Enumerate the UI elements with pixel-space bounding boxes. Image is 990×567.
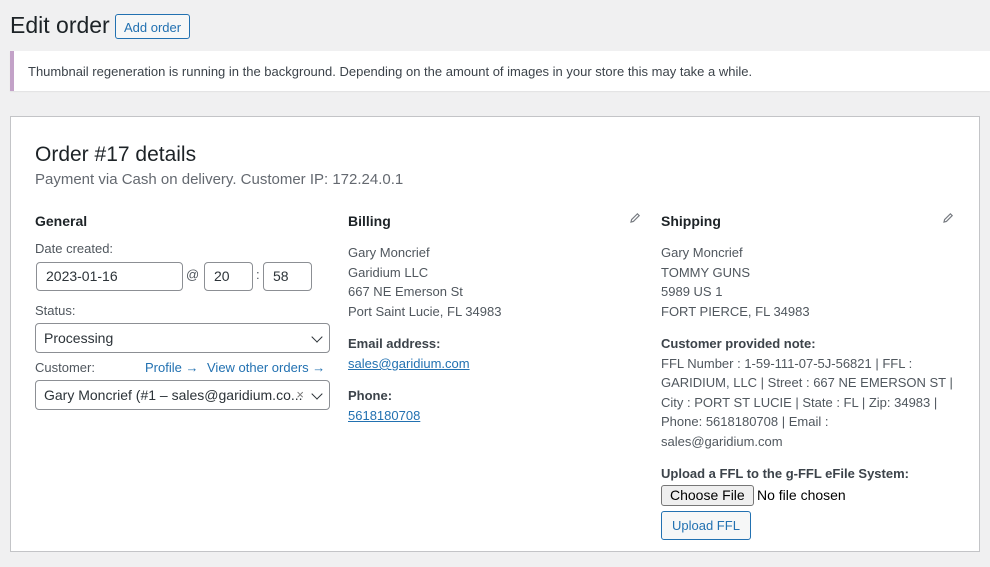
customer-select[interactable]: Gary Moncrief (#1 – sales@garidium.co...… — [35, 380, 330, 410]
customer-note-line: Phone: 5618180708 | Email : — [661, 414, 829, 429]
shipping-address-line: 5989 US 1 — [661, 284, 723, 299]
status-label: Status: — [35, 303, 76, 318]
clear-icon[interactable]: × — [296, 381, 304, 409]
hour-input[interactable]: 20 — [204, 262, 253, 291]
date-created-label: Date created: — [35, 241, 114, 256]
billing-address-line: Port Saint Lucie, FL 34983 — [348, 304, 502, 319]
phone-label: Phone: — [348, 388, 393, 403]
customer-label: Customer: — [35, 360, 95, 375]
customer-note-line: FFL Number : 1-59-111-07-5J-56821 | FFL … — [661, 356, 913, 371]
status-value: Processing — [44, 330, 114, 346]
order-subtitle: Payment via Cash on delivery. Customer I… — [35, 171, 404, 188]
chevron-down-icon — [311, 388, 323, 400]
upload-ffl-button[interactable]: Upload FFL — [661, 511, 751, 540]
page-title: Edit order — [10, 12, 110, 38]
billing-heading: Billing — [348, 213, 391, 229]
notice-text: Thumbnail regeneration is running in the… — [28, 64, 753, 79]
chevron-down-icon — [311, 331, 323, 343]
customer-note-line: City : PORT ST LUCIE | State : FL | Zip:… — [661, 395, 938, 410]
choose-file-button[interactable]: Choose File — [661, 485, 754, 506]
order-details-panel: Order #17 details Payment via Cash on de… — [10, 116, 980, 552]
profile-link[interactable]: Profile → — [145, 360, 198, 375]
billing-address-line: Garidium LLC — [348, 265, 429, 280]
thumbnail-notice: Thumbnail regeneration is running in the… — [10, 51, 990, 91]
customer-note-line: sales@garidium.com — [661, 434, 783, 449]
billing-address-line: Gary Moncrief — [348, 245, 430, 260]
order-title: Order #17 details — [35, 143, 197, 166]
shipping-address-line: TOMMY GUNS — [661, 265, 751, 280]
billing-address-line: 667 NE Emerson St — [348, 284, 463, 299]
customer-note-line: GARIDIUM, LLC | Street : 667 NE EMERSON … — [661, 375, 953, 390]
upload-ffl-label: Upload a FFL to the g-FFL eFile System: — [661, 466, 909, 481]
add-order-button[interactable]: Add order — [115, 14, 191, 39]
view-other-orders-link[interactable]: View other orders → — [207, 360, 325, 375]
pencil-icon[interactable] — [629, 212, 641, 224]
status-select[interactable]: Processing — [35, 323, 330, 353]
pencil-icon[interactable] — [942, 212, 954, 224]
date-created-input[interactable]: 2023-01-16 — [36, 262, 183, 291]
time-separator: : — [256, 267, 260, 282]
at-separator: @ — [186, 267, 200, 282]
customer-note-label: Customer provided note: — [661, 336, 816, 351]
shipping-address-line: FORT PIERCE, FL 34983 — [661, 304, 810, 319]
customer-value: Gary Moncrief (#1 – sales@garidium.co... — [44, 387, 303, 403]
minute-input[interactable]: 58 — [263, 262, 312, 291]
shipping-address-line: Gary Moncrief — [661, 245, 743, 260]
general-heading: General — [35, 213, 88, 229]
billing-phone-link[interactable]: 5618180708 — [348, 408, 420, 423]
shipping-heading: Shipping — [661, 213, 721, 229]
email-label: Email address: — [348, 336, 441, 351]
file-status: No file chosen — [757, 487, 846, 503]
billing-email-link[interactable]: sales@garidium.com — [348, 356, 470, 371]
